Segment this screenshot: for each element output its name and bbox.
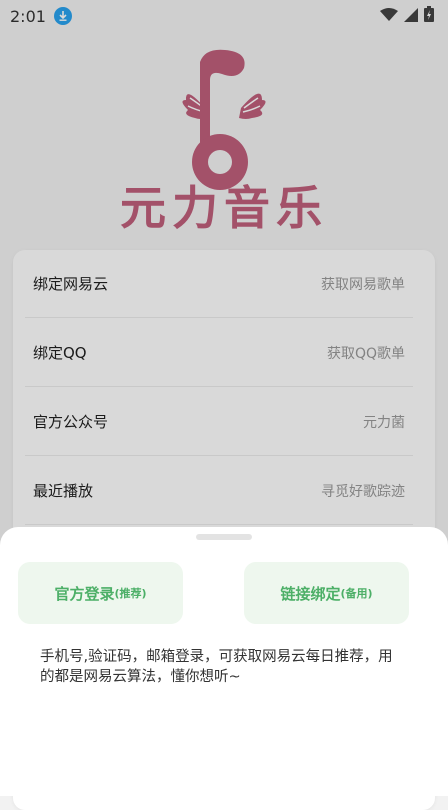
bottom-sheet: 官方登录 (推荐) 链接绑定 (备用) 手机号,验证码，邮箱登录，可获取网易云每日推… bbox=[0, 527, 448, 796]
login-description: 手机号,验证码，邮箱登录，可获取网易云每日推荐，用的都是网易云算法，懂你想听~ bbox=[40, 649, 393, 685]
official-login-button[interactable]: 官方登录 (推荐) bbox=[18, 562, 183, 624]
official-login-tag: (推荐) bbox=[114, 587, 147, 600]
sheet-drag-handle[interactable] bbox=[196, 534, 252, 540]
link-bind-tag: (备用) bbox=[340, 587, 373, 600]
link-bind-button[interactable]: 链接绑定 (备用) bbox=[244, 562, 409, 624]
app-screen: 2:01 元力音乐 绑定网易云 获取网易歌单 绑定QQ 获取QQ歌单 官方公众号… bbox=[0, 0, 448, 810]
official-login-label: 官方登录 bbox=[54, 584, 115, 603]
link-bind-label: 链接绑定 bbox=[280, 584, 341, 603]
